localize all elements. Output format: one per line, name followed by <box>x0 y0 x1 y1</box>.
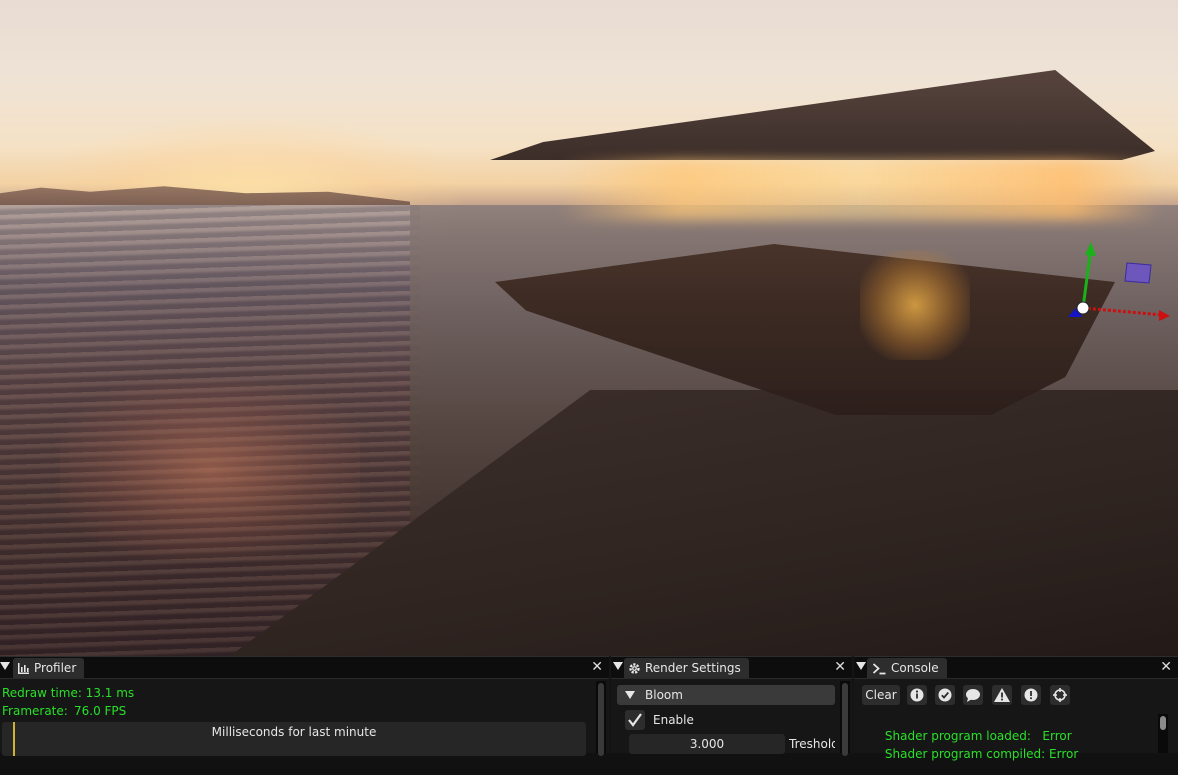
collapse-arrow-icon[interactable] <box>856 662 866 670</box>
scene-viewport[interactable] <box>0 0 1178 656</box>
threshold-label: Treshold <box>789 737 835 751</box>
gizmo-center-handle[interactable] <box>1076 301 1090 315</box>
profiler-panel: Profiler ✕ Redraw time: 13.1 ms Framerat… <box>0 656 609 756</box>
bar-chart-icon <box>18 662 29 674</box>
warning-icon <box>994 688 1010 702</box>
collapse-arrow-icon[interactable] <box>613 662 623 670</box>
tab-profiler[interactable]: Profiler <box>13 658 85 678</box>
filter-success-button[interactable] <box>935 685 955 705</box>
close-icon[interactable]: ✕ <box>591 659 603 675</box>
info-icon <box>910 688 924 702</box>
expand-arrow-icon <box>625 691 635 699</box>
console-scroll-thumb[interactable] <box>1160 716 1166 730</box>
error-icon <box>1024 688 1038 702</box>
crosshair-icon <box>1053 688 1067 702</box>
plot-title: Milliseconds for last minute <box>211 725 377 739</box>
sunset-reflection <box>60 380 360 560</box>
render-settings-scrollbar[interactable] <box>840 681 850 756</box>
console-log-line: Shader program compiled: Error <box>862 733 1078 775</box>
tab-console[interactable]: Console <box>867 658 947 678</box>
render-settings-tabbar: Render Settings ✕ <box>611 657 852 679</box>
close-icon[interactable]: ✕ <box>834 659 846 675</box>
filter-crosshair-button[interactable] <box>1050 685 1070 705</box>
log-line-label: Shader program compiled: <box>884 747 1046 761</box>
bloom-section-header[interactable]: Bloom <box>617 685 835 705</box>
check-icon <box>938 688 952 702</box>
gizmo-y-arrowhead[interactable] <box>1085 242 1096 256</box>
console-tabbar: Console ✕ <box>854 657 1178 679</box>
console-scrollbar[interactable] <box>1158 714 1168 753</box>
filter-warning-button[interactable] <box>992 685 1012 705</box>
enable-label: Enable <box>653 713 694 727</box>
filter-error-button[interactable] <box>1021 685 1041 705</box>
tab-render-settings[interactable]: Render Settings <box>624 658 749 678</box>
check-mark-icon <box>628 713 642 727</box>
profiler-scrollbar[interactable] <box>596 681 606 756</box>
gear-icon <box>629 662 640 674</box>
collapse-arrow-icon[interactable] <box>0 662 10 670</box>
tab-profiler-label: Profiler <box>34 661 77 675</box>
bloom-enable-checkbox[interactable] <box>625 710 645 730</box>
bottom-dock: Profiler ✕ Redraw time: 13.1 ms Framerat… <box>0 656 1178 761</box>
gizmo-y-axis[interactable] <box>1081 254 1092 309</box>
framerate-value: 76.0 FPS <box>74 704 127 718</box>
boat-lights <box>560 160 1160 220</box>
log-line-status: Error <box>1049 747 1079 761</box>
threshold-drag-field[interactable]: 3.000 <box>629 734 785 754</box>
cabin-light <box>860 250 970 360</box>
redraw-time-text: Redraw time: 13.1 ms <box>2 686 135 700</box>
render-settings-panel: Render Settings ✕ Bloom Enable 3.000 Tre… <box>611 656 852 756</box>
gizmo-x-arrowhead[interactable] <box>1159 310 1170 321</box>
clear-button[interactable]: Clear <box>862 685 900 705</box>
tab-console-label: Console <box>891 661 939 675</box>
terminal-icon <box>872 662 886 674</box>
filter-info-button[interactable] <box>907 685 927 705</box>
gizmo-x-axis[interactable] <box>1082 306 1164 317</box>
frametime-plot[interactable]: Milliseconds for last minute <box>2 722 586 756</box>
close-icon[interactable]: ✕ <box>1160 659 1172 675</box>
render-settings-scroll-thumb[interactable] <box>842 683 848 756</box>
profiler-scroll-thumb[interactable] <box>598 683 604 756</box>
bloom-section-label: Bloom <box>645 688 683 702</box>
console-panel: Console ✕ Clear Shader program loaded: E… <box>854 656 1178 761</box>
profiler-tabbar: Profiler ✕ <box>0 657 609 679</box>
boat-roof <box>490 70 1155 160</box>
gizmo-plane-handle[interactable] <box>1124 262 1152 284</box>
message-icon <box>966 689 980 702</box>
tab-render-settings-label: Render Settings <box>645 661 741 675</box>
transform-gizmo[interactable] <box>1060 235 1178 330</box>
framerate-label: Framerate: <box>2 704 68 718</box>
filter-message-button[interactable] <box>963 685 983 705</box>
